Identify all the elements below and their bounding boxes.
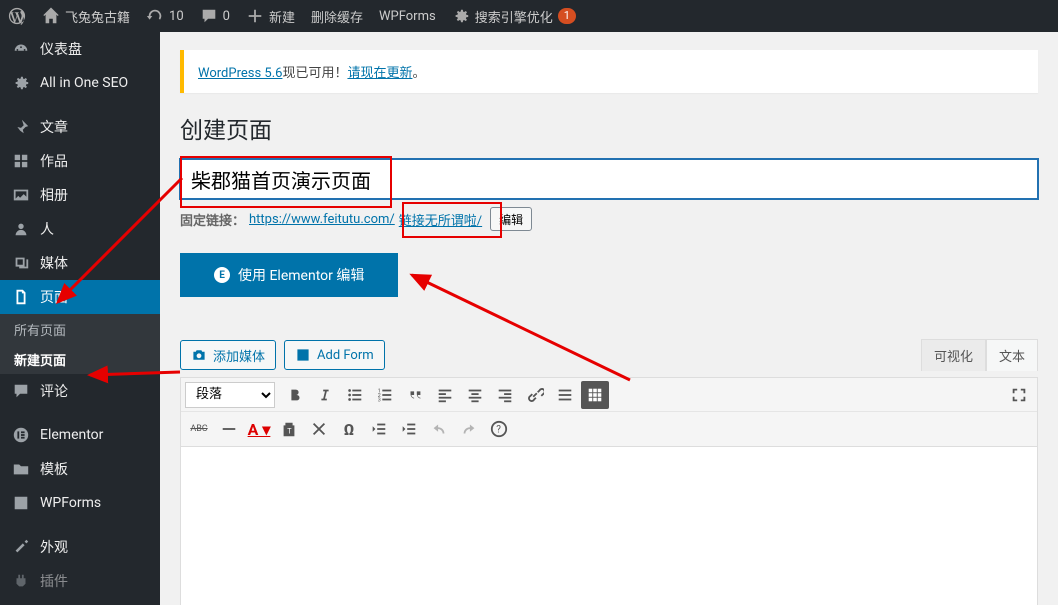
align-right-button[interactable] (491, 381, 519, 409)
sidebar-item-aioseo[interactable]: All in One SEO (0, 66, 160, 100)
update-now-link[interactable]: 请现在更新 (347, 66, 412, 81)
form-icon (12, 494, 30, 512)
wp-logo[interactable] (0, 0, 34, 32)
svg-text:?: ? (496, 425, 501, 436)
text-color-button[interactable]: A ▾ (245, 415, 273, 443)
more-button[interactable] (551, 381, 579, 409)
tinymce-toolbar: 段落 123 ABC A ▾ T Ω ? (180, 377, 1038, 447)
update-notice: WordPress 5.6现已可用！请现在更新。 (180, 50, 1038, 93)
gear-icon (452, 7, 470, 25)
blockquote-button[interactable] (401, 381, 429, 409)
site-title-text: 飞兔兔古籍 (65, 7, 130, 26)
seo-top[interactable]: 搜索引擎优化 1 (444, 0, 584, 32)
media-icon (12, 254, 30, 272)
wordpress-icon (8, 7, 26, 25)
album-icon (12, 186, 30, 204)
comments-count: 0 (223, 9, 230, 24)
italic-button[interactable] (311, 381, 339, 409)
grid-icon (12, 152, 30, 170)
help-button[interactable]: ? (485, 415, 513, 443)
pin-icon (12, 118, 30, 136)
sidebar-item-appearance[interactable]: 外观 (0, 530, 160, 564)
form-icon (295, 347, 311, 363)
camera-icon (191, 347, 207, 363)
comment-icon (200, 7, 218, 25)
comment-icon (12, 382, 30, 400)
sidebar-sub-all-pages[interactable]: 所有页面 (0, 314, 160, 344)
seo-badge: 1 (558, 8, 576, 24)
sidebar-item-media[interactable]: 媒体 (0, 246, 160, 280)
tab-visual[interactable]: 可视化 (921, 339, 986, 371)
sidebar-item-people[interactable]: 人 (0, 212, 160, 246)
tab-text[interactable]: 文本 (986, 339, 1038, 371)
permalink-base[interactable]: https://www.feitutu.com/ (249, 212, 395, 227)
fullscreen-button[interactable] (1005, 381, 1033, 409)
hr-button[interactable] (215, 415, 243, 443)
permalink-slug[interactable]: 链接无所谓啦/ (399, 210, 482, 229)
clear-cache[interactable]: 删除缓存 (303, 0, 371, 32)
page-icon (12, 288, 30, 306)
refresh-icon (146, 7, 164, 25)
sidebar-item-pages[interactable]: 页面 (0, 280, 160, 314)
plugin-icon (12, 572, 30, 590)
kitchen-sink-button[interactable] (581, 381, 609, 409)
add-media-button[interactable]: 添加媒体 (180, 340, 276, 370)
gear-icon (12, 74, 30, 92)
permalink-row: 固定链接： https://www.feitutu.com/链接无所谓啦/ 编辑 (180, 207, 1038, 231)
person-icon (12, 220, 30, 238)
svg-text:T: T (287, 427, 292, 436)
permalink-edit-button[interactable]: 编辑 (490, 207, 532, 231)
editor-content[interactable] (180, 447, 1038, 605)
bold-button[interactable] (281, 381, 309, 409)
comments-link[interactable]: 0 (192, 0, 238, 32)
sidebar-item-elementor[interactable]: Elementor (0, 418, 160, 452)
number-list-button[interactable]: 123 (371, 381, 399, 409)
elementor-icon: E (214, 267, 230, 283)
updates-count: 10 (169, 9, 184, 24)
paste-text-button[interactable]: T (275, 415, 303, 443)
align-center-button[interactable] (461, 381, 489, 409)
content-area: WordPress 5.6现已可用！请现在更新。 创建页面 固定链接： http… (160, 32, 1058, 605)
new-content[interactable]: 新建 (238, 0, 303, 32)
page-heading: 创建页面 (180, 111, 1038, 145)
link-button[interactable] (521, 381, 549, 409)
sidebar-sub-new-page[interactable]: 新建页面 (0, 344, 160, 374)
bullet-list-button[interactable] (341, 381, 369, 409)
site-name[interactable]: 飞兔兔古籍 (34, 0, 138, 32)
sidebar-item-works[interactable]: 作品 (0, 144, 160, 178)
svg-text:3: 3 (378, 397, 381, 403)
clear-format-button[interactable] (305, 415, 333, 443)
indent-button[interactable] (395, 415, 423, 443)
dashboard-icon (12, 40, 30, 58)
wp-version-link[interactable]: WordPress 5.6 (198, 66, 282, 81)
add-form-button[interactable]: Add Form (284, 340, 385, 370)
edit-with-elementor-button[interactable]: E 使用 Elementor 编辑 (180, 253, 398, 297)
brush-icon (12, 538, 30, 556)
redo-button[interactable] (455, 415, 483, 443)
outdent-button[interactable] (365, 415, 393, 443)
sidebar-item-albums[interactable]: 相册 (0, 178, 160, 212)
sidebar-item-dashboard[interactable]: 仪表盘 (0, 32, 160, 66)
format-select[interactable]: 段落 (185, 382, 275, 408)
plus-icon (246, 7, 264, 25)
page-title-input[interactable] (180, 159, 1038, 199)
elementor-icon (12, 426, 30, 444)
undo-button[interactable] (425, 415, 453, 443)
sidebar-item-comments[interactable]: 评论 (0, 374, 160, 408)
updates-link[interactable]: 10 (138, 0, 192, 32)
admin-bar: 飞兔兔古籍 10 0 新建 删除缓存 WPForms 搜索引擎优化 1 (0, 0, 1058, 32)
sidebar-item-plugins[interactable]: 插件 (0, 564, 160, 598)
admin-sidebar: 仪表盘 All in One SEO 文章 作品 相册 人 媒体 页面 所有页面… (0, 32, 160, 605)
wpforms-top[interactable]: WPForms (371, 0, 444, 32)
sidebar-item-posts[interactable]: 文章 (0, 110, 160, 144)
special-char-button[interactable]: Ω (335, 415, 363, 443)
seo-label: 搜索引擎优化 (475, 7, 553, 26)
sidebar-item-wpforms[interactable]: WPForms (0, 486, 160, 520)
new-label: 新建 (269, 7, 295, 26)
align-left-button[interactable] (431, 381, 459, 409)
folder-icon (12, 460, 30, 478)
strikethrough-button[interactable]: ABC (185, 415, 213, 443)
home-icon (42, 7, 60, 25)
sidebar-item-templates[interactable]: 模板 (0, 452, 160, 486)
